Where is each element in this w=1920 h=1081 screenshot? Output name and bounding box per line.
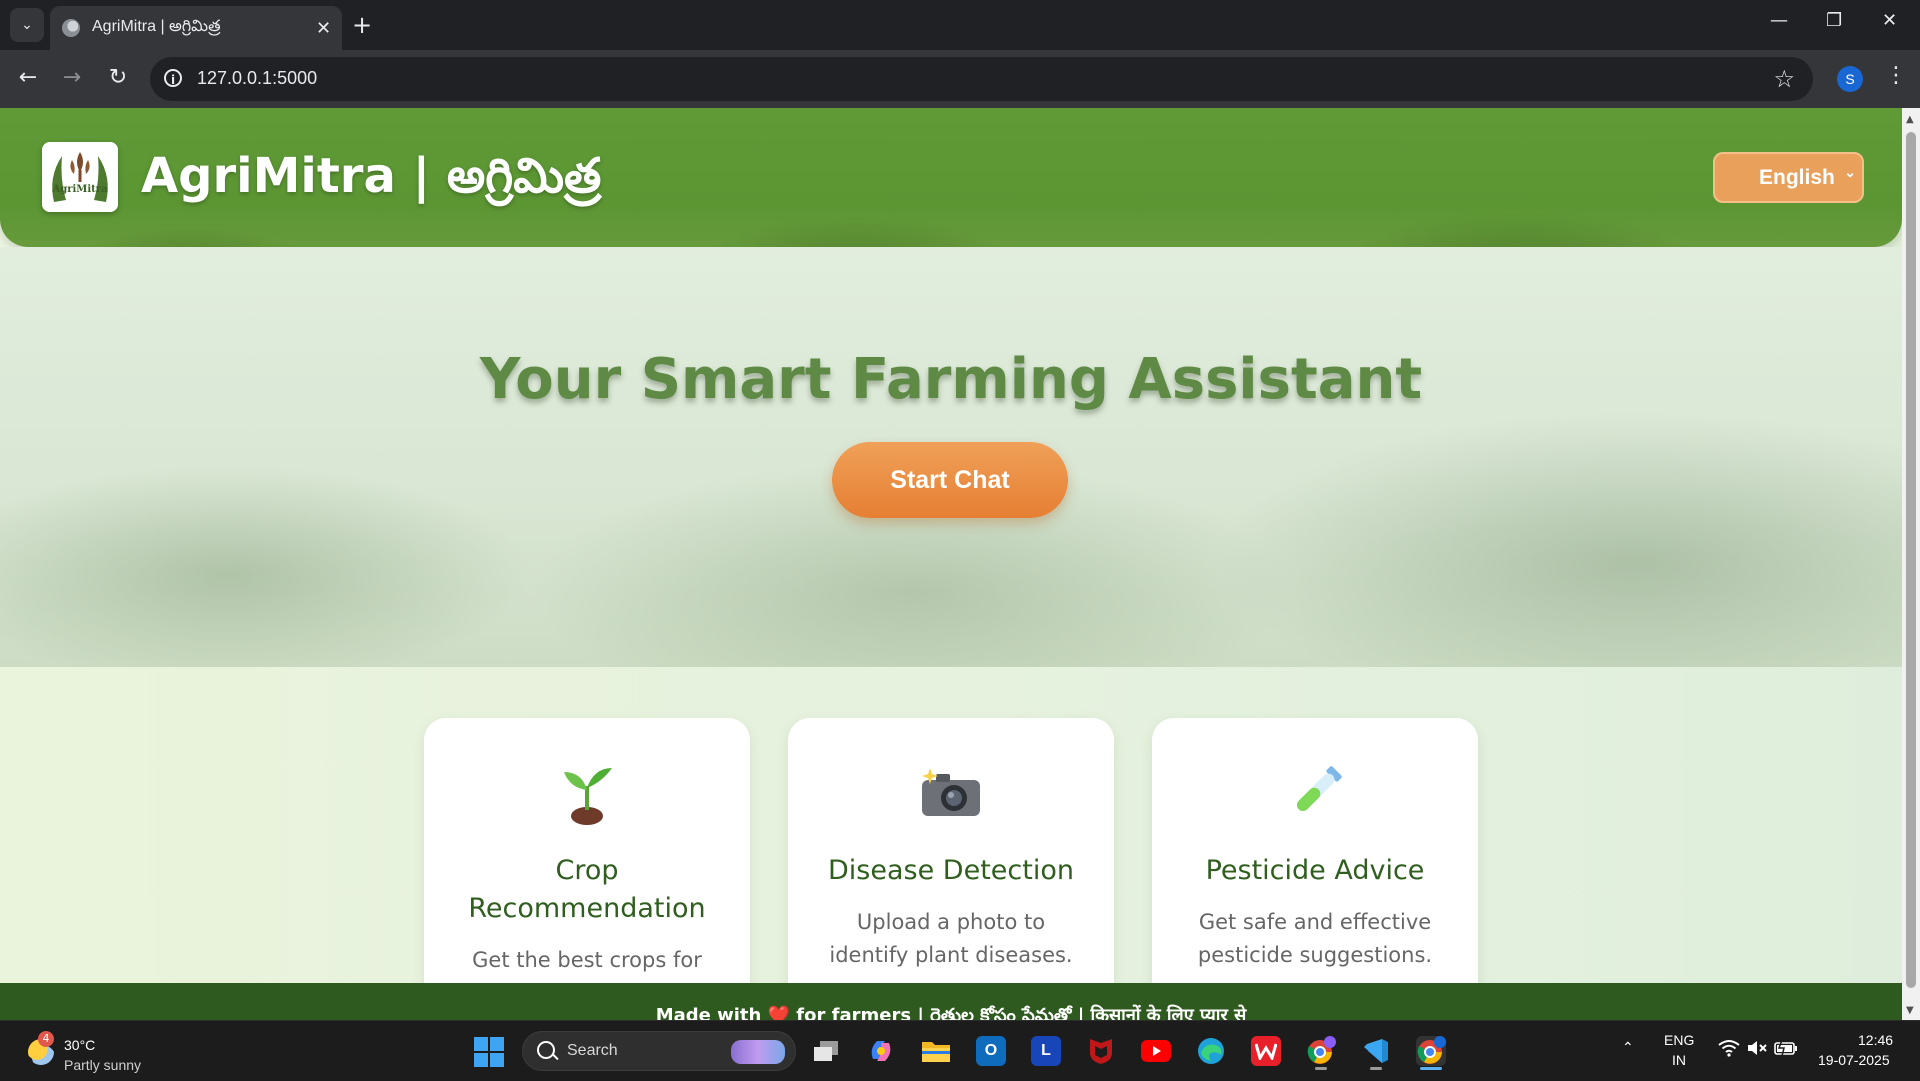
- feature-description: Upload a photo to identify plant disease…: [829, 910, 1073, 967]
- windows-start-icon[interactable]: [474, 1037, 504, 1067]
- site-header: AgriMitra AgriMitra | అగ్రిమిత్ర English…: [0, 108, 1902, 247]
- close-tab-icon[interactable]: ✕: [316, 18, 331, 39]
- search-icon: [537, 1041, 555, 1059]
- weather-temperature: 30°C: [64, 1037, 96, 1053]
- scrollbar-thumb[interactable]: [1906, 132, 1916, 988]
- clock-time[interactable]: 12:46: [1858, 1032, 1893, 1048]
- logo-leaves-icon: AgriMitra: [42, 142, 118, 212]
- scroll-up-icon[interactable]: ▲: [1906, 114, 1914, 125]
- forward-arrow-icon[interactable]: →: [58, 65, 86, 90]
- logo-text: AgriMitra: [51, 184, 108, 195]
- reload-icon[interactable]: ↻: [104, 65, 132, 90]
- weather-condition: Partly sunny: [64, 1057, 142, 1073]
- battery-charging-icon[interactable]: [1774, 1039, 1798, 1060]
- address-bar[interactable]: i 127.0.0.1:5000 ☆: [150, 57, 1813, 101]
- chevron-down-icon: ⌄: [21, 17, 33, 33]
- tab-title: AgriMitra | అగ్రిమిత్ర: [92, 18, 221, 35]
- chrome-active-icon[interactable]: [1416, 1036, 1446, 1066]
- language-select-value: English: [1759, 165, 1835, 189]
- outlook-letter: O: [984, 1042, 998, 1059]
- outlook-icon[interactable]: O: [976, 1036, 1006, 1066]
- site-info-icon[interactable]: i: [164, 69, 182, 87]
- mcafee-shield-icon[interactable]: [1086, 1036, 1116, 1066]
- profile-avatar[interactable]: S: [1837, 66, 1863, 92]
- close-window-icon[interactable]: ✕: [1882, 10, 1897, 31]
- feature-card-pesticide-advice[interactable]: Pesticide Advice Get safe and effective …: [1152, 718, 1478, 1020]
- brand-title: AgriMitra | అగ్రిమిత్ర: [141, 148, 602, 204]
- feature-card-crop-recommendation[interactable]: Crop Recommendation Get the best crops f…: [424, 718, 750, 1020]
- page-scrollbar[interactable]: ▲ ▼: [1902, 108, 1920, 1020]
- vscode-icon[interactable]: [1361, 1036, 1391, 1066]
- language-indicator-bottom[interactable]: IN: [1672, 1052, 1686, 1068]
- wps-office-icon[interactable]: [1251, 1036, 1281, 1066]
- language-indicator-top[interactable]: ENG: [1664, 1032, 1694, 1048]
- edge-browser-icon[interactable]: [1196, 1036, 1226, 1066]
- youtube-icon[interactable]: [1141, 1036, 1171, 1066]
- feature-title: Crop Recommendation: [468, 855, 706, 924]
- site-footer: Made with ❤️ for farmers | రైతుల కోసం ప్…: [0, 983, 1902, 1020]
- scroll-down-icon[interactable]: ▼: [1906, 1005, 1914, 1016]
- chrome-profile-icon[interactable]: [1306, 1036, 1336, 1066]
- feature-title: Disease Detection: [828, 855, 1074, 886]
- app-l-letter: L: [1041, 1042, 1051, 1059]
- copilot-icon[interactable]: [866, 1036, 896, 1066]
- feature-card-disease-detection[interactable]: Disease Detection Upload a photo to iden…: [788, 718, 1114, 1020]
- feature-description: Get safe and effective pesticide suggest…: [1197, 910, 1433, 967]
- file-explorer-icon[interactable]: [921, 1036, 951, 1066]
- app-running-indicator: [1370, 1067, 1382, 1070]
- address-url[interactable]: 127.0.0.1:5000: [197, 68, 317, 89]
- app-l-icon[interactable]: L: [1031, 1036, 1061, 1066]
- task-view-icon[interactable]: [811, 1036, 841, 1066]
- test-tube-icon: [1296, 766, 1342, 812]
- camera-icon: [922, 768, 980, 816]
- chevron-down-icon: ⌄: [1844, 164, 1856, 180]
- search-label: Search: [567, 1042, 618, 1059]
- seedling-icon: [564, 768, 612, 825]
- notification-badge: 4: [38, 1031, 54, 1047]
- start-chat-button[interactable]: Start Chat: [832, 442, 1068, 518]
- taskbar: 4 30°C Partly sunny Search O L ⌃ ENG IN …: [0, 1020, 1920, 1081]
- footer-text: Made with ❤️ for farmers | రైతుల కోసం ప్…: [655, 1005, 1247, 1020]
- volume-muted-icon[interactable]: [1746, 1039, 1768, 1060]
- tab-search-button[interactable]: ⌄: [10, 8, 44, 42]
- wifi-icon[interactable]: [1718, 1039, 1740, 1060]
- app-active-indicator: [1420, 1067, 1442, 1070]
- features-section: Crop Recommendation Get the best crops f…: [0, 667, 1902, 1020]
- hero-title: Your Smart Farming Assistant: [479, 347, 1423, 412]
- language-select[interactable]: English ⌄: [1713, 152, 1864, 203]
- bookmark-star-icon[interactable]: ☆: [1773, 65, 1795, 93]
- feature-title: Pesticide Advice: [1205, 855, 1425, 886]
- browser-tab[interactable]: AgriMitra | అగ్రిమిత్ర ✕: [50, 6, 342, 50]
- restore-icon[interactable]: ❐: [1826, 10, 1842, 31]
- site-logo[interactable]: AgriMitra: [42, 142, 118, 212]
- minimize-icon[interactable]: —: [1770, 10, 1788, 31]
- browser-toolbar: ← → ↻ i 127.0.0.1:5000 ☆ S ⋮: [0, 50, 1920, 108]
- new-tab-button[interactable]: +: [352, 10, 372, 40]
- globe-icon: [62, 19, 80, 37]
- page-viewport: AgriMitra AgriMitra | అగ్రిమిత్ర English…: [0, 108, 1902, 1020]
- taskbar-search[interactable]: Search: [522, 1031, 796, 1071]
- browser-tab-strip: ⌄ AgriMitra | అగ్రిమిత్ర ✕ + — ❐ ✕: [0, 0, 1920, 50]
- hero-section: Your Smart Farming Assistant Start Chat: [0, 247, 1902, 667]
- clock-date[interactable]: 19-07-2025: [1818, 1052, 1890, 1068]
- app-running-indicator: [1315, 1067, 1327, 1070]
- show-hidden-icons-icon[interactable]: ⌃: [1622, 1039, 1634, 1056]
- back-arrow-icon[interactable]: ←: [14, 65, 42, 90]
- more-menu-icon[interactable]: ⋮: [1885, 63, 1907, 88]
- search-highlight-icon: [731, 1040, 785, 1064]
